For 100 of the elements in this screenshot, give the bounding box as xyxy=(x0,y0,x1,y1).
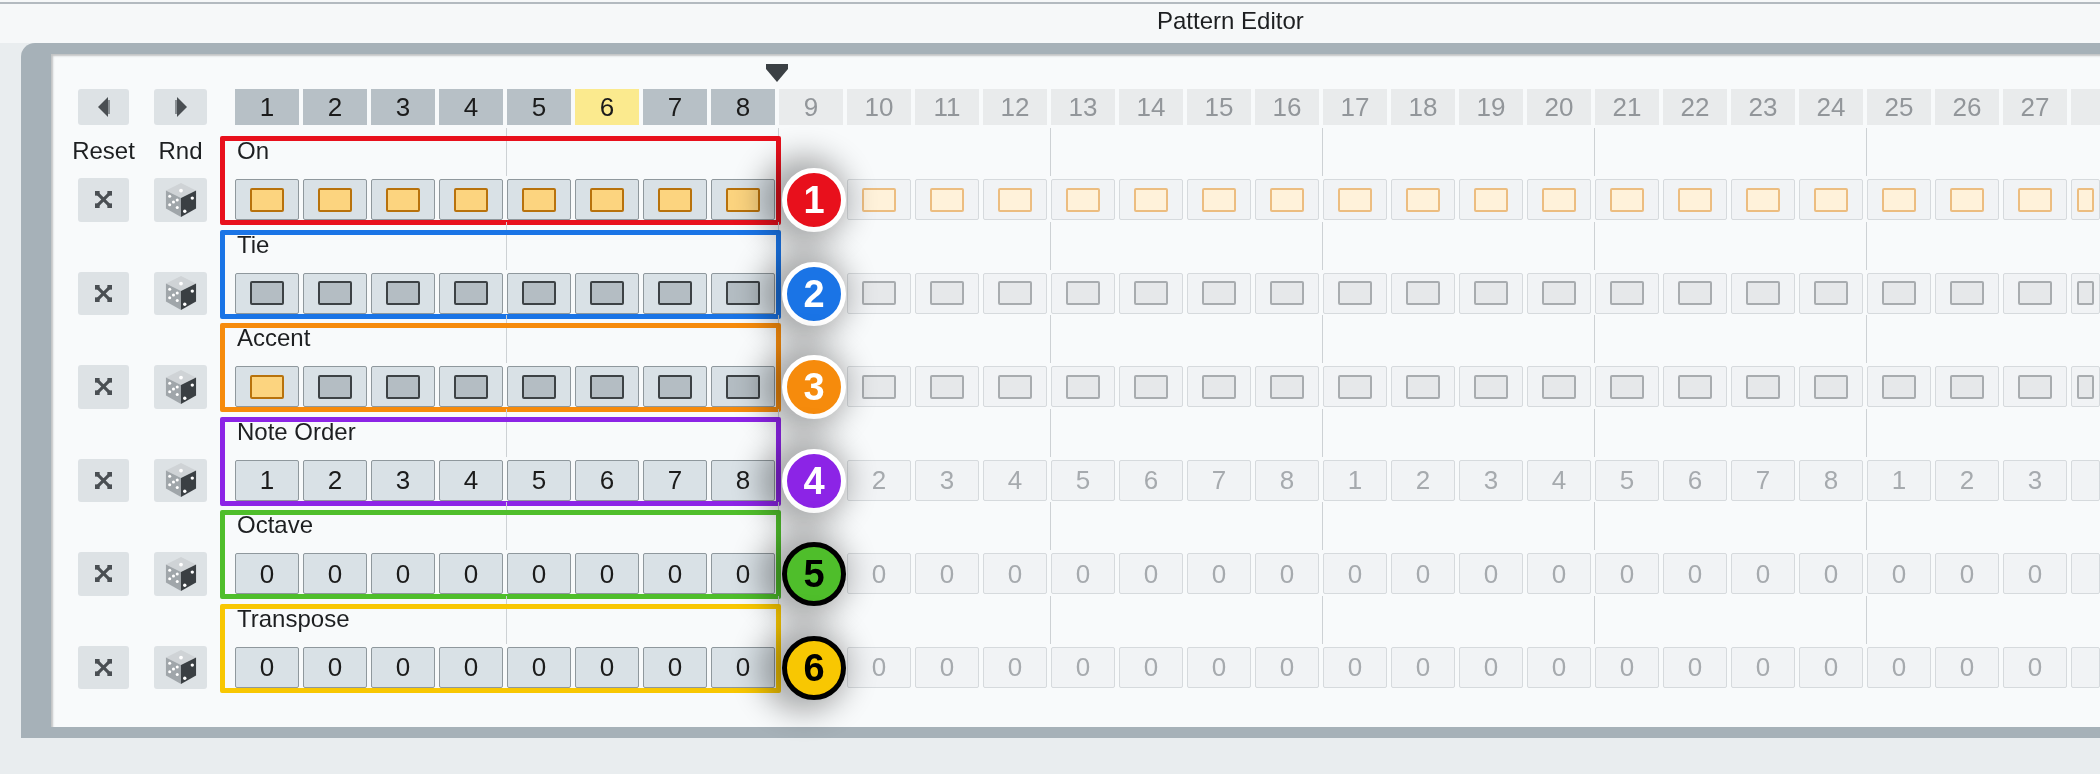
randomize-button[interactable] xyxy=(154,271,207,315)
randomize-button[interactable] xyxy=(154,178,207,222)
step-value-field[interactable]: 0 xyxy=(2003,553,2067,594)
step-value-field[interactable]: 0 xyxy=(371,553,435,594)
step-value-field[interactable]: 2 xyxy=(1391,459,1455,501)
step-value-field[interactable]: 0 xyxy=(439,553,503,594)
scroll-right-button[interactable] xyxy=(154,89,207,125)
step-value-field[interactable]: 0 xyxy=(1595,646,1659,688)
step-toggle[interactable] xyxy=(711,179,775,220)
step-value-field[interactable]: 0 xyxy=(1323,553,1387,594)
step-toggle[interactable] xyxy=(507,366,571,407)
step-value-field[interactable]: 0 xyxy=(1187,553,1251,594)
step-value-field[interactable]: 5 xyxy=(1595,459,1659,501)
step-value-field[interactable]: 2 xyxy=(1935,459,1999,501)
step-toggle[interactable] xyxy=(303,272,367,314)
step-value-field[interactable]: 0 xyxy=(1459,646,1523,688)
step-toggle[interactable] xyxy=(439,179,503,220)
step-value-field[interactable]: 0 xyxy=(575,553,639,594)
step-value-field[interactable]: 0 xyxy=(1935,553,1999,594)
step-value-field[interactable]: 2 xyxy=(847,459,911,501)
step-toggle[interactable] xyxy=(235,272,299,314)
step-value-field[interactable]: 7 xyxy=(643,459,707,501)
randomize-button[interactable] xyxy=(154,552,207,596)
step-value-field[interactable]: 3 xyxy=(371,459,435,501)
step-value-field[interactable]: 0 xyxy=(1663,646,1727,688)
randomize-button[interactable] xyxy=(154,365,207,409)
step-value-field[interactable]: 0 xyxy=(1459,553,1523,594)
step-value-field[interactable]: 4 xyxy=(983,459,1047,501)
step-value-field[interactable]: 0 xyxy=(847,646,911,688)
step-value-field[interactable]: 0 xyxy=(1799,553,1863,594)
step-toggle[interactable] xyxy=(303,179,367,220)
step-value-field[interactable]: 0 xyxy=(439,646,503,688)
step-toggle[interactable] xyxy=(371,366,435,407)
step-toggle[interactable] xyxy=(643,366,707,407)
step-value-field[interactable]: 0 xyxy=(1663,553,1727,594)
step-value-field[interactable]: 0 xyxy=(1119,646,1183,688)
step-value-field[interactable]: 7 xyxy=(1731,459,1795,501)
step-value-field[interactable]: 2 xyxy=(303,459,367,501)
step-toggle[interactable] xyxy=(235,179,299,220)
step-value-field[interactable]: 0 xyxy=(235,553,299,594)
step-value-field[interactable]: 8 xyxy=(1799,459,1863,501)
step-value-field[interactable]: 0 xyxy=(507,646,571,688)
step-toggle[interactable] xyxy=(507,179,571,220)
step-value-field[interactable]: 5 xyxy=(1051,459,1115,501)
step-value-field[interactable]: 0 xyxy=(643,553,707,594)
step-value-field[interactable]: 0 xyxy=(1051,646,1115,688)
step-value-field[interactable]: 0 xyxy=(1255,553,1319,594)
step-value-field[interactable]: 0 xyxy=(915,646,979,688)
step-toggle[interactable] xyxy=(439,272,503,314)
step-value-field[interactable]: 6 xyxy=(1119,459,1183,501)
step-value-field[interactable]: 0 xyxy=(575,646,639,688)
step-value-field[interactable]: 7 xyxy=(1187,459,1251,501)
step-value-field[interactable]: 0 xyxy=(303,553,367,594)
marker-handle-icon[interactable] xyxy=(766,64,788,82)
reset-button[interactable] xyxy=(78,645,129,689)
step-value-field[interactable]: 6 xyxy=(1663,459,1727,501)
step-toggle[interactable] xyxy=(439,366,503,407)
step-value-field[interactable]: 3 xyxy=(915,459,979,501)
reset-button[interactable] xyxy=(78,365,129,409)
step-value-field[interactable]: 0 xyxy=(1867,553,1931,594)
step-value-field[interactable]: 4 xyxy=(1527,459,1591,501)
step-value-field[interactable]: 0 xyxy=(1391,553,1455,594)
step-value-field[interactable]: 0 xyxy=(507,553,571,594)
reset-button[interactable] xyxy=(78,271,129,315)
step-toggle[interactable] xyxy=(371,179,435,220)
step-toggle[interactable] xyxy=(575,366,639,407)
step-value-field[interactable]: 0 xyxy=(303,646,367,688)
step-toggle[interactable] xyxy=(371,272,435,314)
step-toggle[interactable] xyxy=(235,366,299,407)
randomize-button[interactable] xyxy=(154,645,207,689)
step-value-field[interactable]: 0 xyxy=(371,646,435,688)
step-value-field[interactable]: 0 xyxy=(643,646,707,688)
step-value-field[interactable]: 0 xyxy=(1731,553,1795,594)
reset-button[interactable] xyxy=(78,178,129,222)
step-value-field[interactable]: 0 xyxy=(1731,646,1795,688)
step-value-field[interactable]: 1 xyxy=(235,459,299,501)
scroll-left-button[interactable] xyxy=(78,89,129,125)
step-value-field[interactable]: 0 xyxy=(1527,553,1591,594)
step-value-field[interactable] xyxy=(2071,459,2100,501)
step-toggle[interactable] xyxy=(575,179,639,220)
step-value-field[interactable]: 0 xyxy=(711,646,775,688)
step-value-field[interactable]: 3 xyxy=(2003,459,2067,501)
step-value-field[interactable]: 0 xyxy=(1595,553,1659,594)
step-value-field[interactable]: 0 xyxy=(1323,646,1387,688)
step-value-field[interactable]: 0 xyxy=(983,646,1047,688)
step-value-field[interactable] xyxy=(2071,646,2100,688)
step-value-field[interactable]: 1 xyxy=(1867,459,1931,501)
step-value-field[interactable]: 8 xyxy=(711,459,775,501)
step-value-field[interactable]: 0 xyxy=(1119,553,1183,594)
step-value-field[interactable]: 0 xyxy=(1935,646,1999,688)
step-toggle[interactable] xyxy=(575,272,639,314)
step-toggle[interactable] xyxy=(643,179,707,220)
step-toggle[interactable] xyxy=(643,272,707,314)
step-value-field[interactable]: 0 xyxy=(1527,646,1591,688)
step-value-field[interactable]: 0 xyxy=(1867,646,1931,688)
step-value-field[interactable]: 0 xyxy=(847,553,911,594)
step-value-field[interactable]: 0 xyxy=(915,553,979,594)
reset-button[interactable] xyxy=(78,458,129,502)
step-value-field[interactable]: 6 xyxy=(575,459,639,501)
step-value-field[interactable]: 0 xyxy=(1187,646,1251,688)
